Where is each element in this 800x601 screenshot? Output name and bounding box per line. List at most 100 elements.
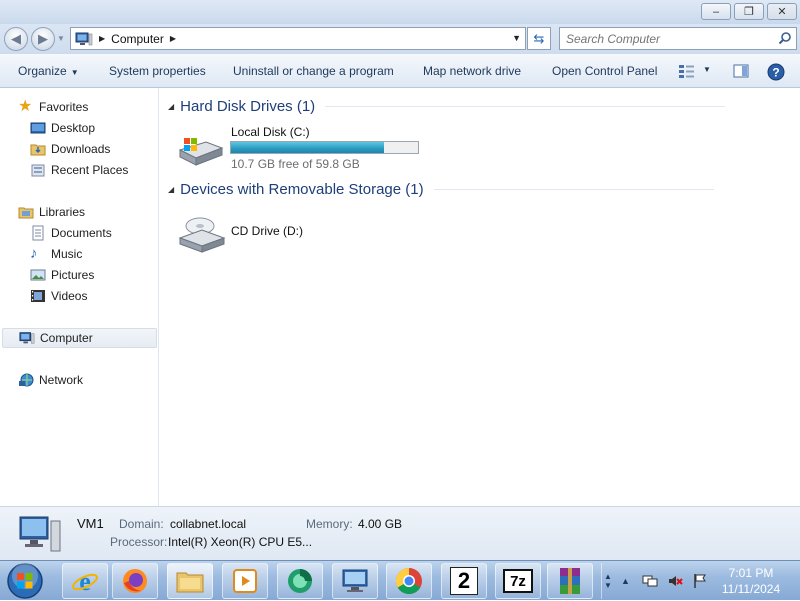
scroll-up-icon[interactable]: ▲ (604, 572, 612, 581)
taskbar-internet-explorer[interactable]: e (62, 563, 108, 599)
taskbar-app-2[interactable]: 2 (441, 563, 487, 599)
group-removable-storage[interactable]: ◢ Devices with Removable Storage (1) (168, 178, 714, 200)
map-network-drive-button[interactable]: Map network drive (423, 64, 521, 78)
nav-favorites[interactable]: ★ Favorites (18, 97, 88, 117)
drive-c-usage-fill (231, 142, 385, 153)
search-icon[interactable] (778, 31, 792, 45)
navigation-pane: ★ Favorites Desktop Downloads Recent Pla… (0, 88, 159, 506)
address-bar[interactable]: ▶ Computer ▶ ▼ (70, 27, 526, 50)
taskbar-remote-desktop[interactable] (332, 563, 378, 599)
nav-favorites-label: Favorites (39, 100, 89, 114)
search-box[interactable] (559, 27, 797, 50)
close-button[interactable]: ✕ (767, 3, 797, 20)
preview-pane-icon[interactable] (733, 63, 749, 79)
internet-explorer-icon: e (72, 567, 98, 596)
recent-pages-dropdown-icon[interactable]: ▼ (57, 34, 65, 43)
view-dropdown-icon[interactable]: ▼ (703, 65, 711, 74)
action-center-flag-icon[interactable] (692, 573, 708, 589)
address-row: ◀ ▶ ▼ ▶ Computer ▶ ▼ ⇆ (0, 24, 800, 54)
nav-computer[interactable]: Computer (2, 328, 157, 348)
breadcrumb-arrow-icon[interactable]: ▶ (170, 34, 176, 43)
forward-button[interactable]: ▶ (31, 27, 55, 51)
refresh-button[interactable]: ⇆ (527, 27, 551, 50)
nav-downloads[interactable]: Downloads (30, 139, 110, 159)
maximize-button[interactable]: ❐ (734, 3, 764, 20)
organize-button[interactable]: Organize ▼ (18, 64, 79, 78)
chevron-down-icon: ▼ (70, 68, 79, 77)
computer-icon (19, 516, 61, 552)
nav-network-label: Network (39, 373, 84, 387)
nav-recent-places-label: Recent Places (51, 163, 129, 177)
firefox-icon (123, 569, 147, 593)
taskbar-windows-explorer[interactable] (167, 563, 213, 599)
start-button[interactable] (4, 561, 46, 601)
network-status-icon[interactable] (642, 573, 658, 589)
group-divider (325, 105, 726, 107)
breadcrumb-computer[interactable]: Computer (111, 32, 164, 46)
taskbar-firefox[interactable] (112, 563, 158, 599)
nav-pictures-label: Pictures (51, 268, 95, 282)
back-arrow-icon: ◀ (11, 31, 21, 46)
group-title: Hard Disk Drives (1) (180, 97, 316, 115)
memory-label: Memory: (306, 517, 353, 531)
clock-time: 7:01 PM (728, 566, 774, 580)
uninstall-program-button[interactable]: Uninstall or change a program (233, 64, 394, 78)
volume-muted-icon[interactable] (667, 573, 683, 589)
clock[interactable]: 7:01 PM 11/11/2024 (712, 565, 790, 597)
minimize-button[interactable]: ‒ (701, 3, 731, 20)
hard-drive-icon (178, 138, 224, 166)
refresh-icon: ⇆ (533, 30, 545, 46)
open-control-panel-button[interactable]: Open Control Panel (552, 64, 657, 78)
search-input[interactable] (566, 31, 766, 46)
nav-recent-places[interactable]: Recent Places (30, 160, 128, 180)
taskbar-chrome[interactable] (386, 563, 432, 599)
windows-start-icon (7, 563, 43, 599)
domain-label: Domain: (119, 517, 164, 531)
nav-downloads-label: Downloads (51, 142, 111, 156)
taskbar-7zip[interactable]: 7z (495, 563, 541, 599)
nav-music-label: Music (51, 247, 83, 261)
libraries-icon (18, 207, 34, 219)
back-button[interactable]: ◀ (4, 27, 28, 51)
folder-icon (176, 572, 204, 593)
nav-documents-label: Documents (51, 226, 112, 240)
taskbar-winrar[interactable] (547, 563, 593, 599)
taskbar-scroll-buttons[interactable]: ▲ ▼ (601, 563, 614, 599)
drive-d[interactable]: CD Drive (D:) (176, 208, 376, 256)
scroll-down-icon[interactable]: ▼ (604, 581, 612, 590)
system-tray: ▲ (621, 561, 708, 601)
collapse-arrow-icon[interactable]: ◢ (168, 185, 174, 194)
collapse-arrow-icon[interactable]: ◢ (168, 102, 174, 111)
address-history-dropdown-icon[interactable]: ▼ (512, 33, 521, 43)
nav-videos[interactable]: Videos (30, 286, 87, 306)
breadcrumb-arrow-icon[interactable]: ▶ (99, 34, 105, 43)
desktop-icon (30, 122, 46, 134)
system-properties-button[interactable]: System properties (109, 64, 206, 78)
cd-drive-icon (178, 217, 226, 253)
recent-places-icon (31, 164, 45, 177)
nav-documents[interactable]: Documents (30, 223, 112, 243)
nav-videos-label: Videos (51, 289, 88, 303)
nav-pictures[interactable]: Pictures (30, 265, 94, 285)
view-options-icon[interactable] (678, 63, 696, 79)
content-area: ◢ Hard Disk Drives (1) Local Disk (C:) 1… (160, 88, 800, 506)
downloads-folder-icon (30, 144, 46, 156)
nav-desktop[interactable]: Desktop (30, 118, 95, 138)
help-icon[interactable]: ? (767, 63, 785, 81)
group-hard-disk-drives[interactable]: ◢ Hard Disk Drives (1) (168, 95, 726, 117)
nav-libraries[interactable]: Libraries (18, 202, 85, 222)
drive-c[interactable]: Local Disk (C:) 10.7 GB free of 59.8 GB (176, 122, 436, 171)
nav-network[interactable]: Network (18, 370, 83, 390)
videos-icon (31, 290, 45, 302)
taskbar-media-player[interactable] (222, 563, 268, 599)
domain-value: collabnet.local (170, 517, 247, 531)
group-title: Devices with Removable Storage (1) (180, 180, 424, 198)
taskbar-app-green[interactable] (277, 563, 323, 599)
svg-text:?: ? (772, 66, 779, 80)
nav-music[interactable]: ♪ Music (30, 244, 82, 264)
green-app-icon (288, 569, 312, 593)
chrome-icon (395, 567, 422, 595)
network-icon (19, 373, 34, 387)
show-hidden-icons-icon[interactable]: ▲ (621, 576, 630, 586)
nav-computer-label: Computer (40, 331, 93, 345)
